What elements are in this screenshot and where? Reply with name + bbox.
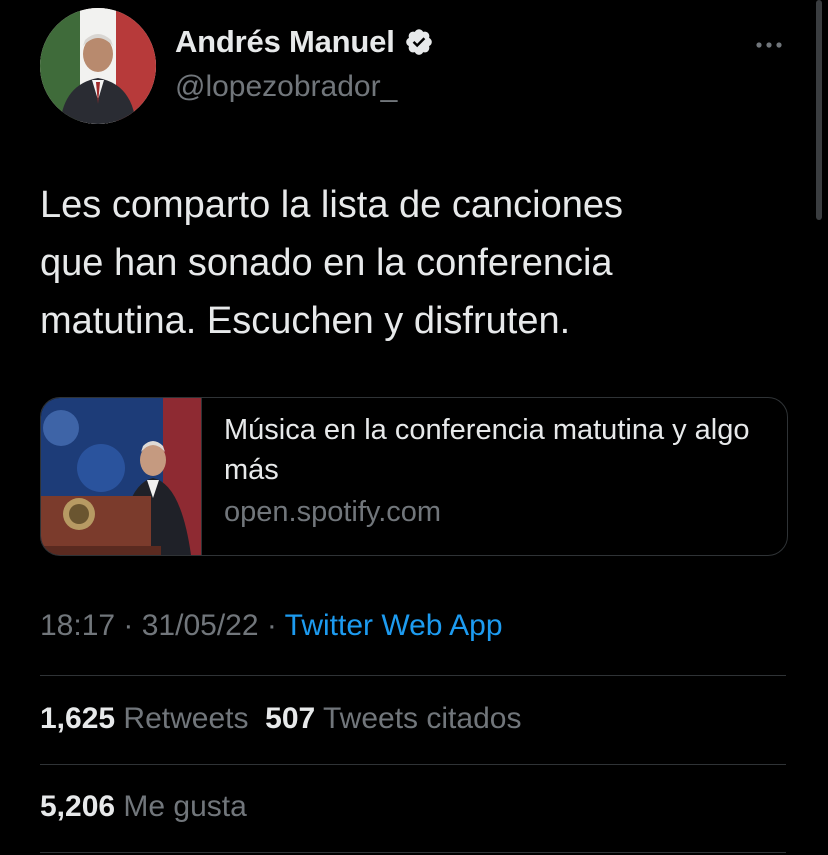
tweet-meta: 18:17 · 31/05/22 · Twitter Web App xyxy=(40,609,503,643)
retweets-count: 1,625 xyxy=(40,702,116,735)
tweet-date[interactable]: 31/05/22 xyxy=(142,609,259,642)
author-avatar-image xyxy=(40,8,156,124)
more-horizontal-icon[interactable] xyxy=(752,28,786,62)
author-avatar[interactable] xyxy=(40,8,156,124)
quotes-count: 507 xyxy=(265,702,316,735)
tweet-text: Les comparto la lista de canciones que h… xyxy=(40,184,623,342)
divider xyxy=(40,675,786,676)
author-display-name[interactable]: Andrés Manuel xyxy=(175,24,395,60)
author-handle[interactable]: @lopezobrador_ xyxy=(175,70,397,104)
link-preview-body[interactable]: Música en la conferencia matutina y algo… xyxy=(202,398,764,555)
retweet-stats: 1,625 Retweets 507 Tweets citados xyxy=(40,702,521,736)
meta-separator: · xyxy=(258,609,285,642)
tweet-source-link[interactable]: Twitter Web App xyxy=(285,609,503,642)
retweets-label: Retweets xyxy=(123,702,249,735)
meta-separator: · xyxy=(115,609,142,642)
scrollbar[interactable] xyxy=(816,0,822,220)
likes-stats: 5,206 Me gusta xyxy=(40,790,247,824)
tweet-time[interactable]: 18:17 xyxy=(40,609,115,642)
link-preview-title[interactable]: Música en la conferencia matutina y algo… xyxy=(224,410,764,490)
quotes-link[interactable]: 507 Tweets citados xyxy=(265,702,521,735)
retweets-link[interactable]: 1,625 Retweets xyxy=(40,702,248,735)
link-preview-domain: open.spotify.com xyxy=(224,496,442,528)
link-preview-card[interactable]: Música en la conferencia matutina y algo… xyxy=(40,397,788,556)
divider xyxy=(40,852,786,853)
author-name-row[interactable]: Andrés Manuel xyxy=(175,24,434,60)
likes-count: 5,206 xyxy=(40,790,116,823)
verified-badge-icon xyxy=(405,29,432,55)
likes-label: Me gusta xyxy=(123,790,247,823)
link-preview-thumbnail xyxy=(41,398,202,555)
likes-link[interactable]: 5,206 Me gusta xyxy=(40,790,247,823)
quotes-label: Tweets citados xyxy=(323,702,522,735)
divider xyxy=(40,764,786,765)
